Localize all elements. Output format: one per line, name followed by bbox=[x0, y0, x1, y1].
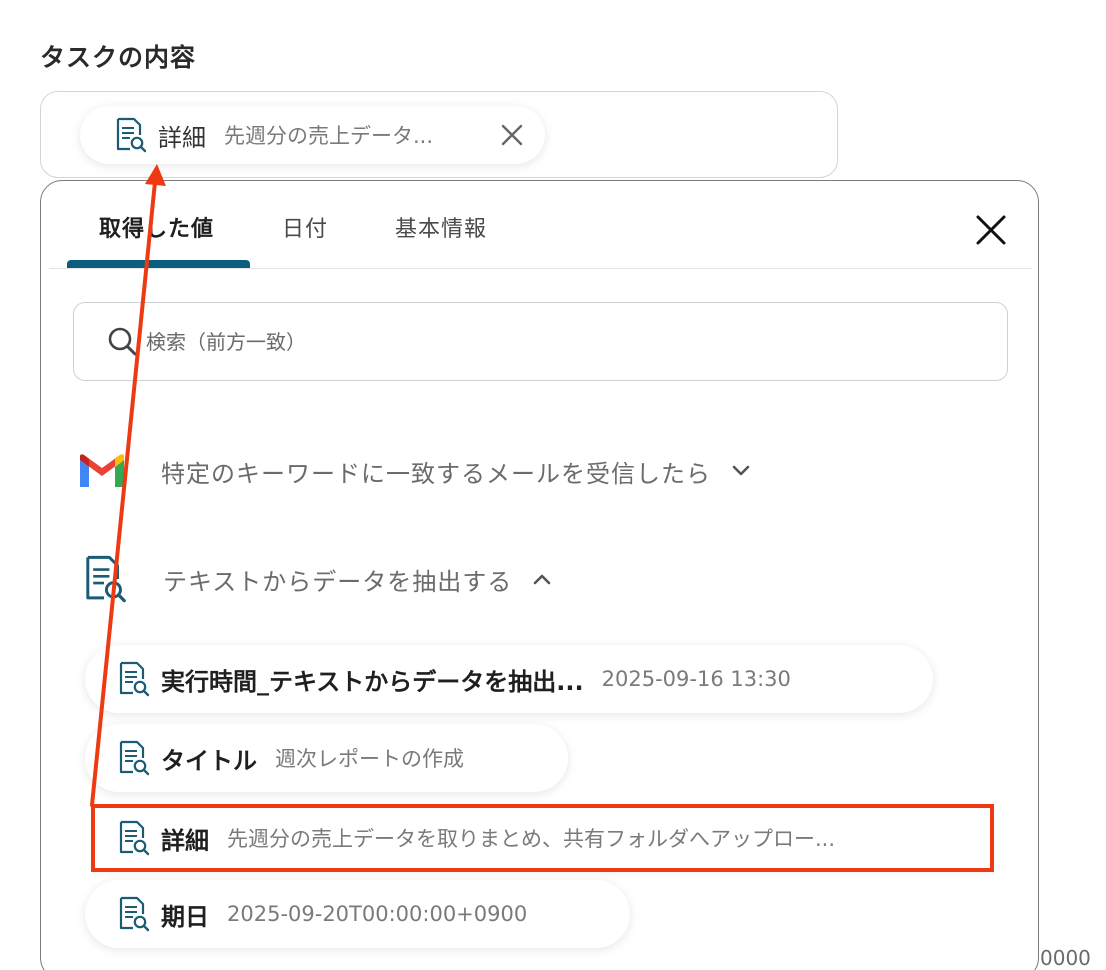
active-tab-underline bbox=[67, 260, 250, 268]
value-item[interactable]: 期日 2025-09-20T00:00:00+0900 bbox=[85, 880, 630, 948]
item-value: 週次レポートの作成 bbox=[275, 747, 464, 771]
section-title: 特定のキーワードに一致するメールを受信したら bbox=[161, 459, 711, 488]
section-title: テキストからデータを抽出する bbox=[163, 567, 513, 596]
document-search-icon bbox=[113, 659, 153, 699]
item-key: 期日 bbox=[161, 902, 209, 931]
item-key: 詳細 bbox=[161, 826, 209, 855]
background-text: 0000 bbox=[1040, 946, 1091, 970]
document-search-icon bbox=[113, 818, 153, 858]
search-icon bbox=[108, 327, 137, 355]
chip-value: 先週分の売上データ... bbox=[224, 124, 434, 148]
selected-value-chip[interactable]: 詳細 先週分の売上データ... bbox=[80, 106, 545, 164]
tab-retrieved-values[interactable]: 取得した値 bbox=[99, 211, 214, 243]
item-value: 2025-09-16 13:30 bbox=[601, 667, 791, 691]
chip-key: 詳細 bbox=[158, 123, 206, 152]
document-search-icon bbox=[113, 738, 153, 778]
document-search-icon bbox=[113, 894, 153, 934]
value-item[interactable]: 実行時間_テキストからデータを抽出... 2025-09-16 13:30 bbox=[85, 645, 933, 713]
section-extract-data[interactable]: テキストからデータを抽出する bbox=[77, 549, 554, 609]
item-value: 2025-09-20T00:00:00+0900 bbox=[227, 902, 528, 926]
chevron-down-icon bbox=[732, 465, 750, 476]
chevron-up-icon bbox=[533, 574, 551, 585]
item-key: タイトル bbox=[161, 746, 257, 775]
search-input[interactable] bbox=[146, 329, 946, 354]
section-gmail-trigger[interactable]: 特定のキーワードに一致するメールを受信したら bbox=[77, 451, 753, 491]
tab-basic-info[interactable]: 基本情報 bbox=[395, 211, 487, 243]
document-search-icon bbox=[110, 115, 150, 155]
item-value: 先週分の売上データを取りまとめ、共有フォルダへアップロー... bbox=[227, 827, 836, 851]
panel-close-icon[interactable] bbox=[974, 213, 1008, 247]
document-search-icon bbox=[77, 549, 131, 609]
item-key: 実行時間_テキストからデータを抽出... bbox=[161, 667, 584, 696]
tab-date[interactable]: 日付 bbox=[282, 211, 328, 243]
field-label: タスクの内容 bbox=[40, 43, 197, 72]
gmail-logo bbox=[80, 454, 124, 487]
value-item[interactable]: 詳細 先週分の売上データを取りまとめ、共有フォルダへアップロー... bbox=[92, 805, 992, 871]
value-item[interactable]: タイトル 週次レポートの作成 bbox=[85, 724, 568, 792]
search-box[interactable] bbox=[73, 302, 1008, 381]
remove-chip-close-icon[interactable] bbox=[497, 120, 527, 150]
tab-bar: 取得した値 日付 基本情報 bbox=[49, 181, 1032, 269]
